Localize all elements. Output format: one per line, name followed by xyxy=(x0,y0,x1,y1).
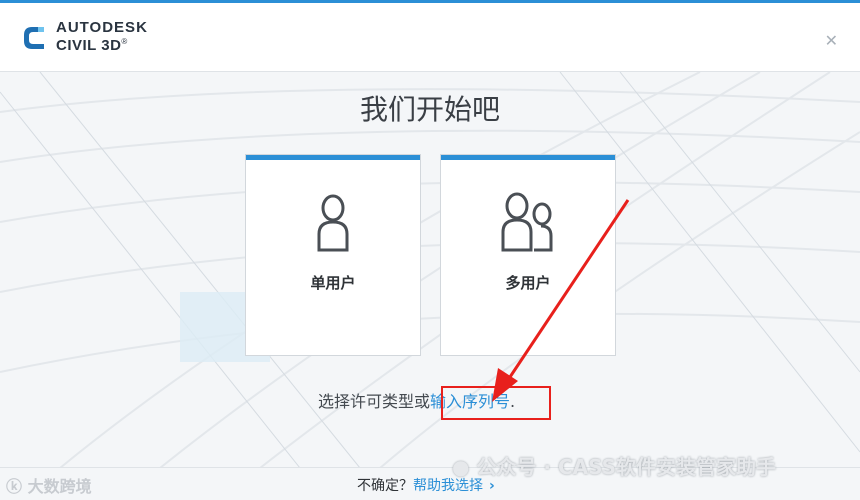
page-title: 我们开始吧 xyxy=(359,93,500,126)
red-arrow-annotation xyxy=(492,199,630,402)
chevron-right-icon[interactable]: › xyxy=(489,478,495,494)
header: AUTODESK CIVIL 3D® ✕ xyxy=(0,3,860,72)
close-icon[interactable]: ✕ xyxy=(825,31,838,50)
watermark-right-text: 公众号 · CASS软件安装管家助手 xyxy=(476,455,777,479)
single-user-label: 单用户 xyxy=(310,274,356,292)
single-user-card[interactable]: 单用户 xyxy=(246,155,420,355)
help-me-choose-link[interactable]: 帮助我选择 xyxy=(413,478,483,494)
watermark-left: ⓚ 大数跨境 xyxy=(6,473,92,497)
brand-product-name: CIVIL 3D xyxy=(56,37,122,54)
autodesk-civil3d-logo-icon xyxy=(24,27,44,49)
wechat-icon: ● xyxy=(452,455,470,479)
watermark-left-text: 大数跨境 xyxy=(27,477,92,496)
license-prefix: 选择许可类型或 xyxy=(318,392,431,411)
trademark-symbol: ® xyxy=(121,37,128,46)
brand-autodesk: AUTODESK xyxy=(56,19,148,36)
watermark-right: ● 公众号 · CASS软件安装管家助手 xyxy=(452,451,776,480)
brand-product: CIVIL 3D® xyxy=(56,37,128,54)
footer-question: 不确定？ xyxy=(357,478,413,494)
single-user-icon xyxy=(317,194,349,252)
watermark-left-logo-icon: ⓚ xyxy=(6,477,23,496)
